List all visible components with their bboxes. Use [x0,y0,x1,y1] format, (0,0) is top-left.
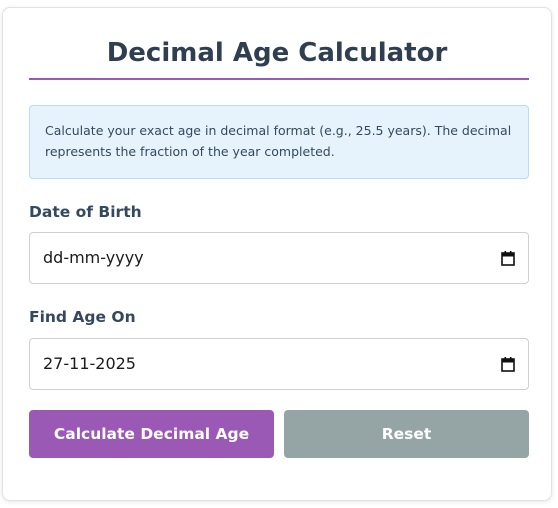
info-box: Calculate your exact age in decimal form… [29,105,529,179]
date-of-birth-input[interactable]: dd-mm-yyyy [29,232,529,284]
calculator-card: Decimal Age Calculator Calculate your ex… [2,7,552,501]
calculate-decimal-age-button[interactable]: Calculate Decimal Age [29,410,274,458]
find-age-on-value: 27-11-2025 [43,354,136,373]
page-title: Decimal Age Calculator [106,38,448,68]
date-of-birth-label: Date of Birth [29,203,142,221]
date-of-birth-value: dd-mm-yyyy [43,248,144,267]
find-age-on-input[interactable]: 27-11-2025 [29,338,529,390]
find-age-on-label: Find Age On [29,308,136,326]
info-text: Calculate your exact age in decimal form… [45,123,512,159]
calendar-icon[interactable] [501,250,515,266]
reset-button[interactable]: Reset [284,410,529,458]
title-divider [29,78,529,80]
calendar-icon[interactable] [501,356,515,372]
